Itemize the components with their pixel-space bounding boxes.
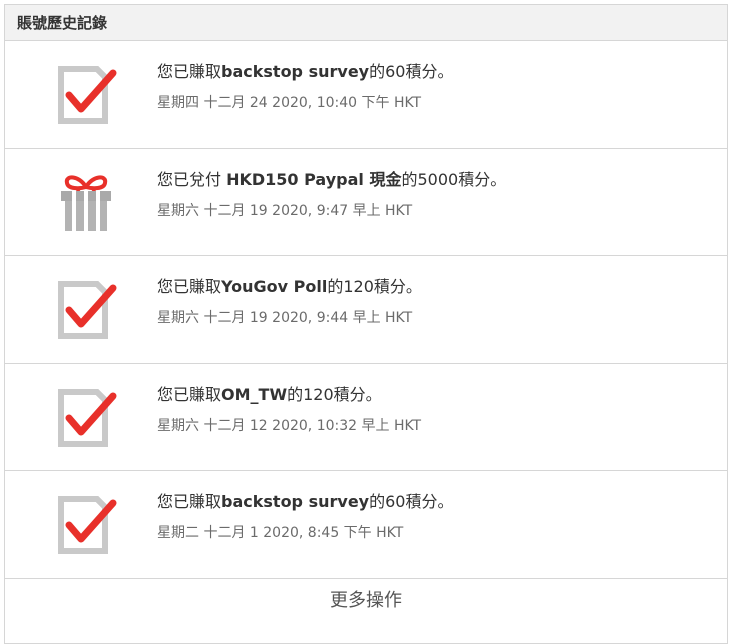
history-entry-date: 星期六 十二月 12 2020, 10:32 早上 HKT [157, 417, 422, 434]
account-history-panel: 賬號歷史記錄 您已賺取backstop survey的60積分。 星期四 十二月… [4, 4, 728, 644]
checklist-icon [58, 388, 117, 447]
history-row: 您已兌付 HKD150 Paypal 現金的5000積分。 星期六 十二月 19… [5, 149, 727, 256]
history-row: 您已賺取backstop survey的60積分。 星期二 十二月 1 2020… [5, 471, 727, 579]
history-row: 您已賺取YouGov Poll的120積分。 星期六 十二月 19 2020, … [5, 256, 727, 364]
page-title: 賬號歷史記錄 [17, 14, 108, 32]
history-entry-message: 您已賺取backstop survey的60積分。 [157, 492, 454, 511]
history-entry-date: 星期六 十二月 19 2020, 9:47 早上 HKT [157, 202, 413, 219]
gift-icon [61, 175, 111, 231]
history-entry-text: 您已兌付 HKD150 Paypal 現金的5000積分。 星期六 十二月 19… [157, 169, 506, 221]
history-entry-date: 星期六 十二月 19 2020, 9:44 早上 HKT [157, 310, 413, 326]
history-entry-message: 您已賺取backstop survey的60積分。 [157, 62, 454, 81]
checklist-icon [58, 66, 117, 124]
history-entry-text: 您已賺取backstop survey的60積分。 星期四 十二月 24 202… [157, 61, 453, 113]
history-entry-text: 您已賺取OM_TW的120積分。 星期六 十二月 12 2020, 10:32 … [157, 384, 421, 436]
history-entry-text: 您已賺取backstop survey的60積分。 星期二 十二月 1 2020… [157, 491, 453, 543]
history-entry-message: 您已兌付 HKD150 Paypal 現金的5000積分。 [157, 169, 507, 189]
history-entry-text: 您已賺取YouGov Poll的120積分。 星期六 十二月 19 2020, … [157, 276, 422, 328]
panel-header: 賬號歷史記錄 [5, 5, 727, 41]
history-entry-date: 星期四 十二月 24 2020, 10:40 下午 HKT [157, 95, 422, 111]
history-entry-message: 您已賺取YouGov Poll的120積分。 [157, 277, 422, 296]
history-entry-message: 您已賺取OM_TW的120積分。 [157, 384, 382, 404]
history-row: 您已賺取OM_TW的120積分。 星期六 十二月 12 2020, 10:32 … [5, 364, 727, 471]
checklist-icon [58, 496, 117, 554]
history-entry-date: 星期二 十二月 1 2020, 8:45 下午 HKT [157, 525, 404, 541]
history-row: 您已賺取backstop survey的60積分。 星期四 十二月 24 202… [5, 41, 727, 149]
checklist-icon [58, 281, 117, 339]
